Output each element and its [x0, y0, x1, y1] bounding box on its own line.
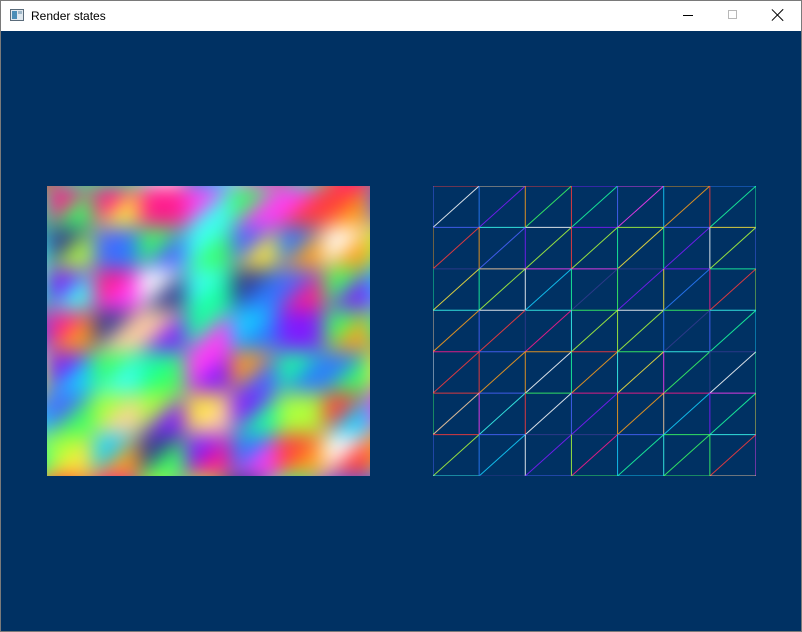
minimize-icon — [683, 15, 693, 16]
solid-shaded-grid — [47, 186, 370, 476]
title-bar[interactable]: Render states — [1, 1, 801, 31]
app-window-icon — [10, 9, 24, 21]
minimize-button[interactable] — [665, 1, 711, 31]
close-button[interactable] — [755, 1, 801, 31]
wireframe-render-panel — [432, 185, 757, 477]
maximize-icon — [728, 10, 737, 19]
close-icon — [772, 9, 784, 21]
app-window: Render states — [0, 0, 802, 632]
render-viewport[interactable] — [1, 31, 801, 631]
wireframe-grid — [432, 185, 757, 477]
maximize-button[interactable] — [710, 1, 756, 31]
window-title: Render states — [31, 9, 106, 23]
solid-render-panel — [47, 186, 370, 476]
